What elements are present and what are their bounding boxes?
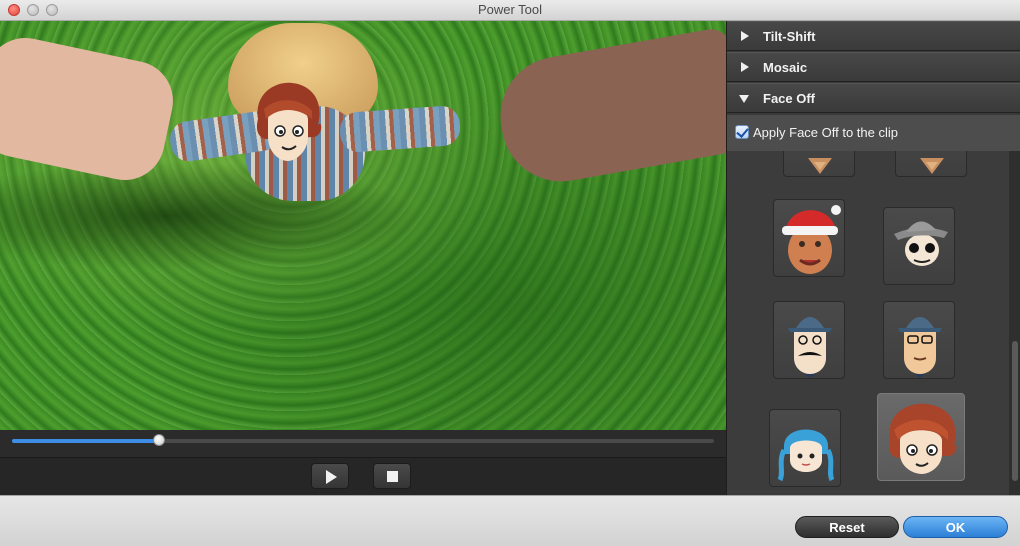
effects-panel: Tilt-Shift Mosaic Face Off Apply Face Of… (726, 21, 1020, 495)
apply-face-off-label[interactable]: Apply Face Off to the clip (753, 125, 898, 140)
section-tilt-shift[interactable]: Tilt-Shift (727, 21, 1020, 51)
stop-button[interactable] (373, 463, 411, 489)
beard-face-icon (920, 158, 944, 174)
santa-hat-face-icon (782, 205, 841, 274)
bottom-bar: Reset OK (0, 495, 1020, 546)
reset-button[interactable]: Reset (795, 516, 899, 538)
apply-face-off-checkbox[interactable] (735, 125, 749, 139)
hat-mustache-face-icon (788, 317, 832, 378)
progress-track[interactable] (12, 434, 714, 446)
section-label: Tilt-Shift (763, 29, 816, 44)
window-title: Power Tool (477, 2, 543, 17)
checkmark-icon (736, 125, 749, 138)
sticker-scrollbar[interactable] (1009, 151, 1020, 495)
disclosure-right-icon (741, 31, 749, 41)
stop-icon (387, 471, 398, 482)
beard-face-icon (808, 158, 832, 174)
sticker-red-hair-anime-face[interactable] (877, 393, 965, 481)
disclosure-right-icon (741, 62, 749, 72)
sticker-fedora-sunglasses-face[interactable] (883, 207, 955, 285)
progress-fill (12, 439, 160, 443)
ok-button[interactable]: OK (903, 516, 1008, 538)
section-mosaic[interactable]: Mosaic (727, 52, 1020, 82)
sticker-grid (727, 151, 1009, 495)
sticker-hat-mustache-face[interactable] (773, 301, 845, 379)
hat-glasses-face-icon (898, 317, 942, 378)
sticker-beard-face-2[interactable] (895, 151, 967, 177)
sticker-hat-glasses-face[interactable] (883, 301, 955, 379)
video-preview (0, 21, 726, 430)
disclosure-down-icon (739, 95, 749, 103)
face-off-sticker-overlay (256, 82, 322, 161)
child-right-sleeve (338, 104, 462, 154)
sticker-santa-hat-face[interactable] (773, 199, 845, 277)
play-button[interactable] (311, 463, 349, 489)
scrollbar-thumb[interactable] (1012, 341, 1018, 481)
red-hair-anime-face-icon (888, 403, 957, 474)
sticker-beard-face[interactable] (783, 151, 855, 177)
fedora-sunglasses-face-icon (894, 221, 948, 266)
title-bar: Power Tool (0, 0, 1020, 21)
progress-handle[interactable] (153, 434, 166, 446)
section-label: Mosaic (763, 60, 808, 75)
play-icon (326, 470, 337, 484)
playback-progress-bar[interactable] (0, 430, 726, 457)
apply-face-off-row: Apply Face Off to the clip (727, 115, 1020, 151)
section-face-off[interactable]: Face Off (727, 83, 1020, 113)
playback-controls (0, 457, 726, 496)
blue-hair-girl-face-icon (777, 429, 835, 482)
section-label: Face Off (763, 91, 816, 106)
sticker-blue-hair-girl-face[interactable] (769, 409, 841, 487)
adult-right-hand (490, 26, 726, 191)
power-tool-window: Power Tool Tilt-Shift Mosaic Face Off Ap… (0, 0, 1020, 546)
